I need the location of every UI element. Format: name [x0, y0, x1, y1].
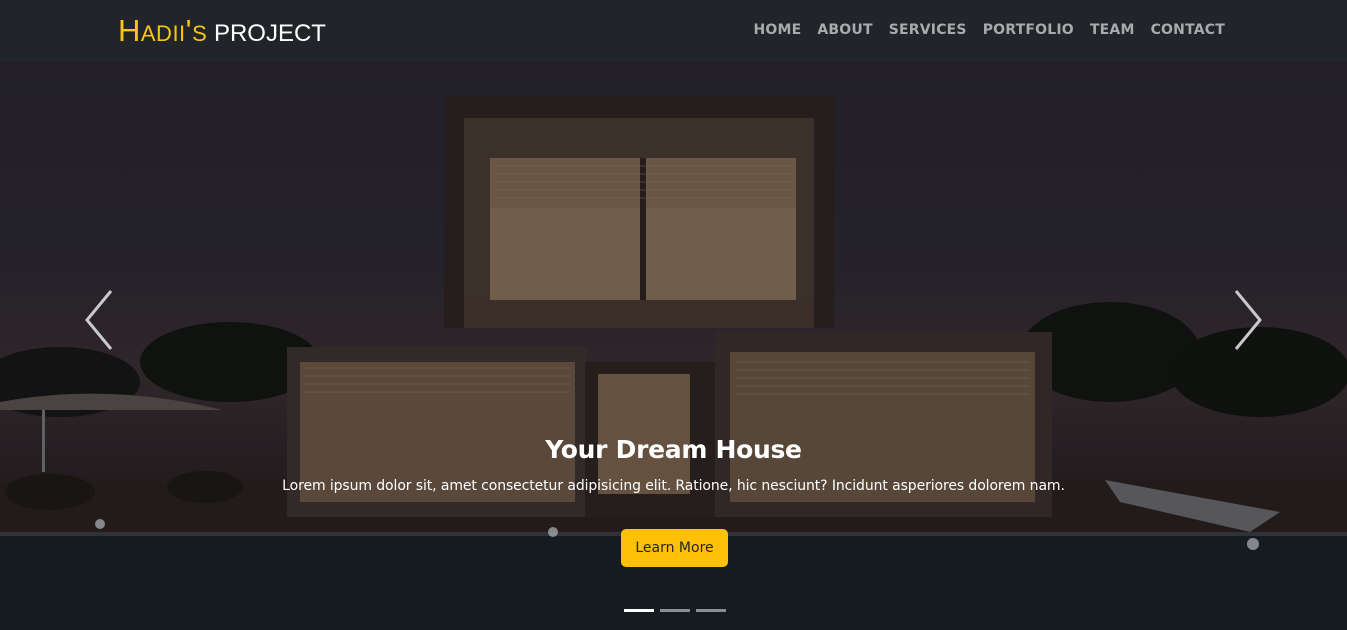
chevron-right-icon [1234, 290, 1262, 350]
brand-logo[interactable]: Hadii's PROJECT [118, 12, 326, 53]
nav-link-contact[interactable]: CONTACT [1151, 20, 1225, 40]
brand-accent: Hadii's [118, 13, 208, 48]
nav-link-services[interactable]: SERVICES [889, 20, 967, 40]
hero-text: Lorem ipsum dolor sit, amet consectetur … [282, 478, 1065, 494]
hero-title: Your Dream House [545, 435, 802, 464]
chevron-left-icon [85, 290, 113, 350]
carousel-indicator-3[interactable] [696, 609, 726, 612]
carousel-prev-button[interactable] [81, 287, 121, 353]
carousel-indicator-2[interactable] [660, 609, 690, 612]
carousel-indicators [624, 609, 726, 612]
nav-link-portfolio[interactable]: PORTFOLIO [983, 20, 1074, 40]
hero-carousel: Your Dream House Lorem ipsum dolor sit, … [0, 62, 1347, 630]
nav-link-about[interactable]: ABOUT [817, 20, 872, 40]
nav-links: HOME ABOUT SERVICES PORTFOLIO TEAM CONTA… [753, 20, 1225, 40]
learn-more-button[interactable]: Learn More [621, 529, 728, 567]
navbar: Hadii's PROJECT HOME ABOUT SERVICES PORT… [0, 0, 1347, 62]
brand-rest: PROJECT [213, 20, 326, 47]
carousel-next-button[interactable] [1228, 287, 1268, 353]
carousel-indicator-1[interactable] [624, 609, 654, 612]
nav-link-home[interactable]: HOME [753, 20, 801, 40]
nav-link-team[interactable]: TEAM [1090, 20, 1135, 40]
